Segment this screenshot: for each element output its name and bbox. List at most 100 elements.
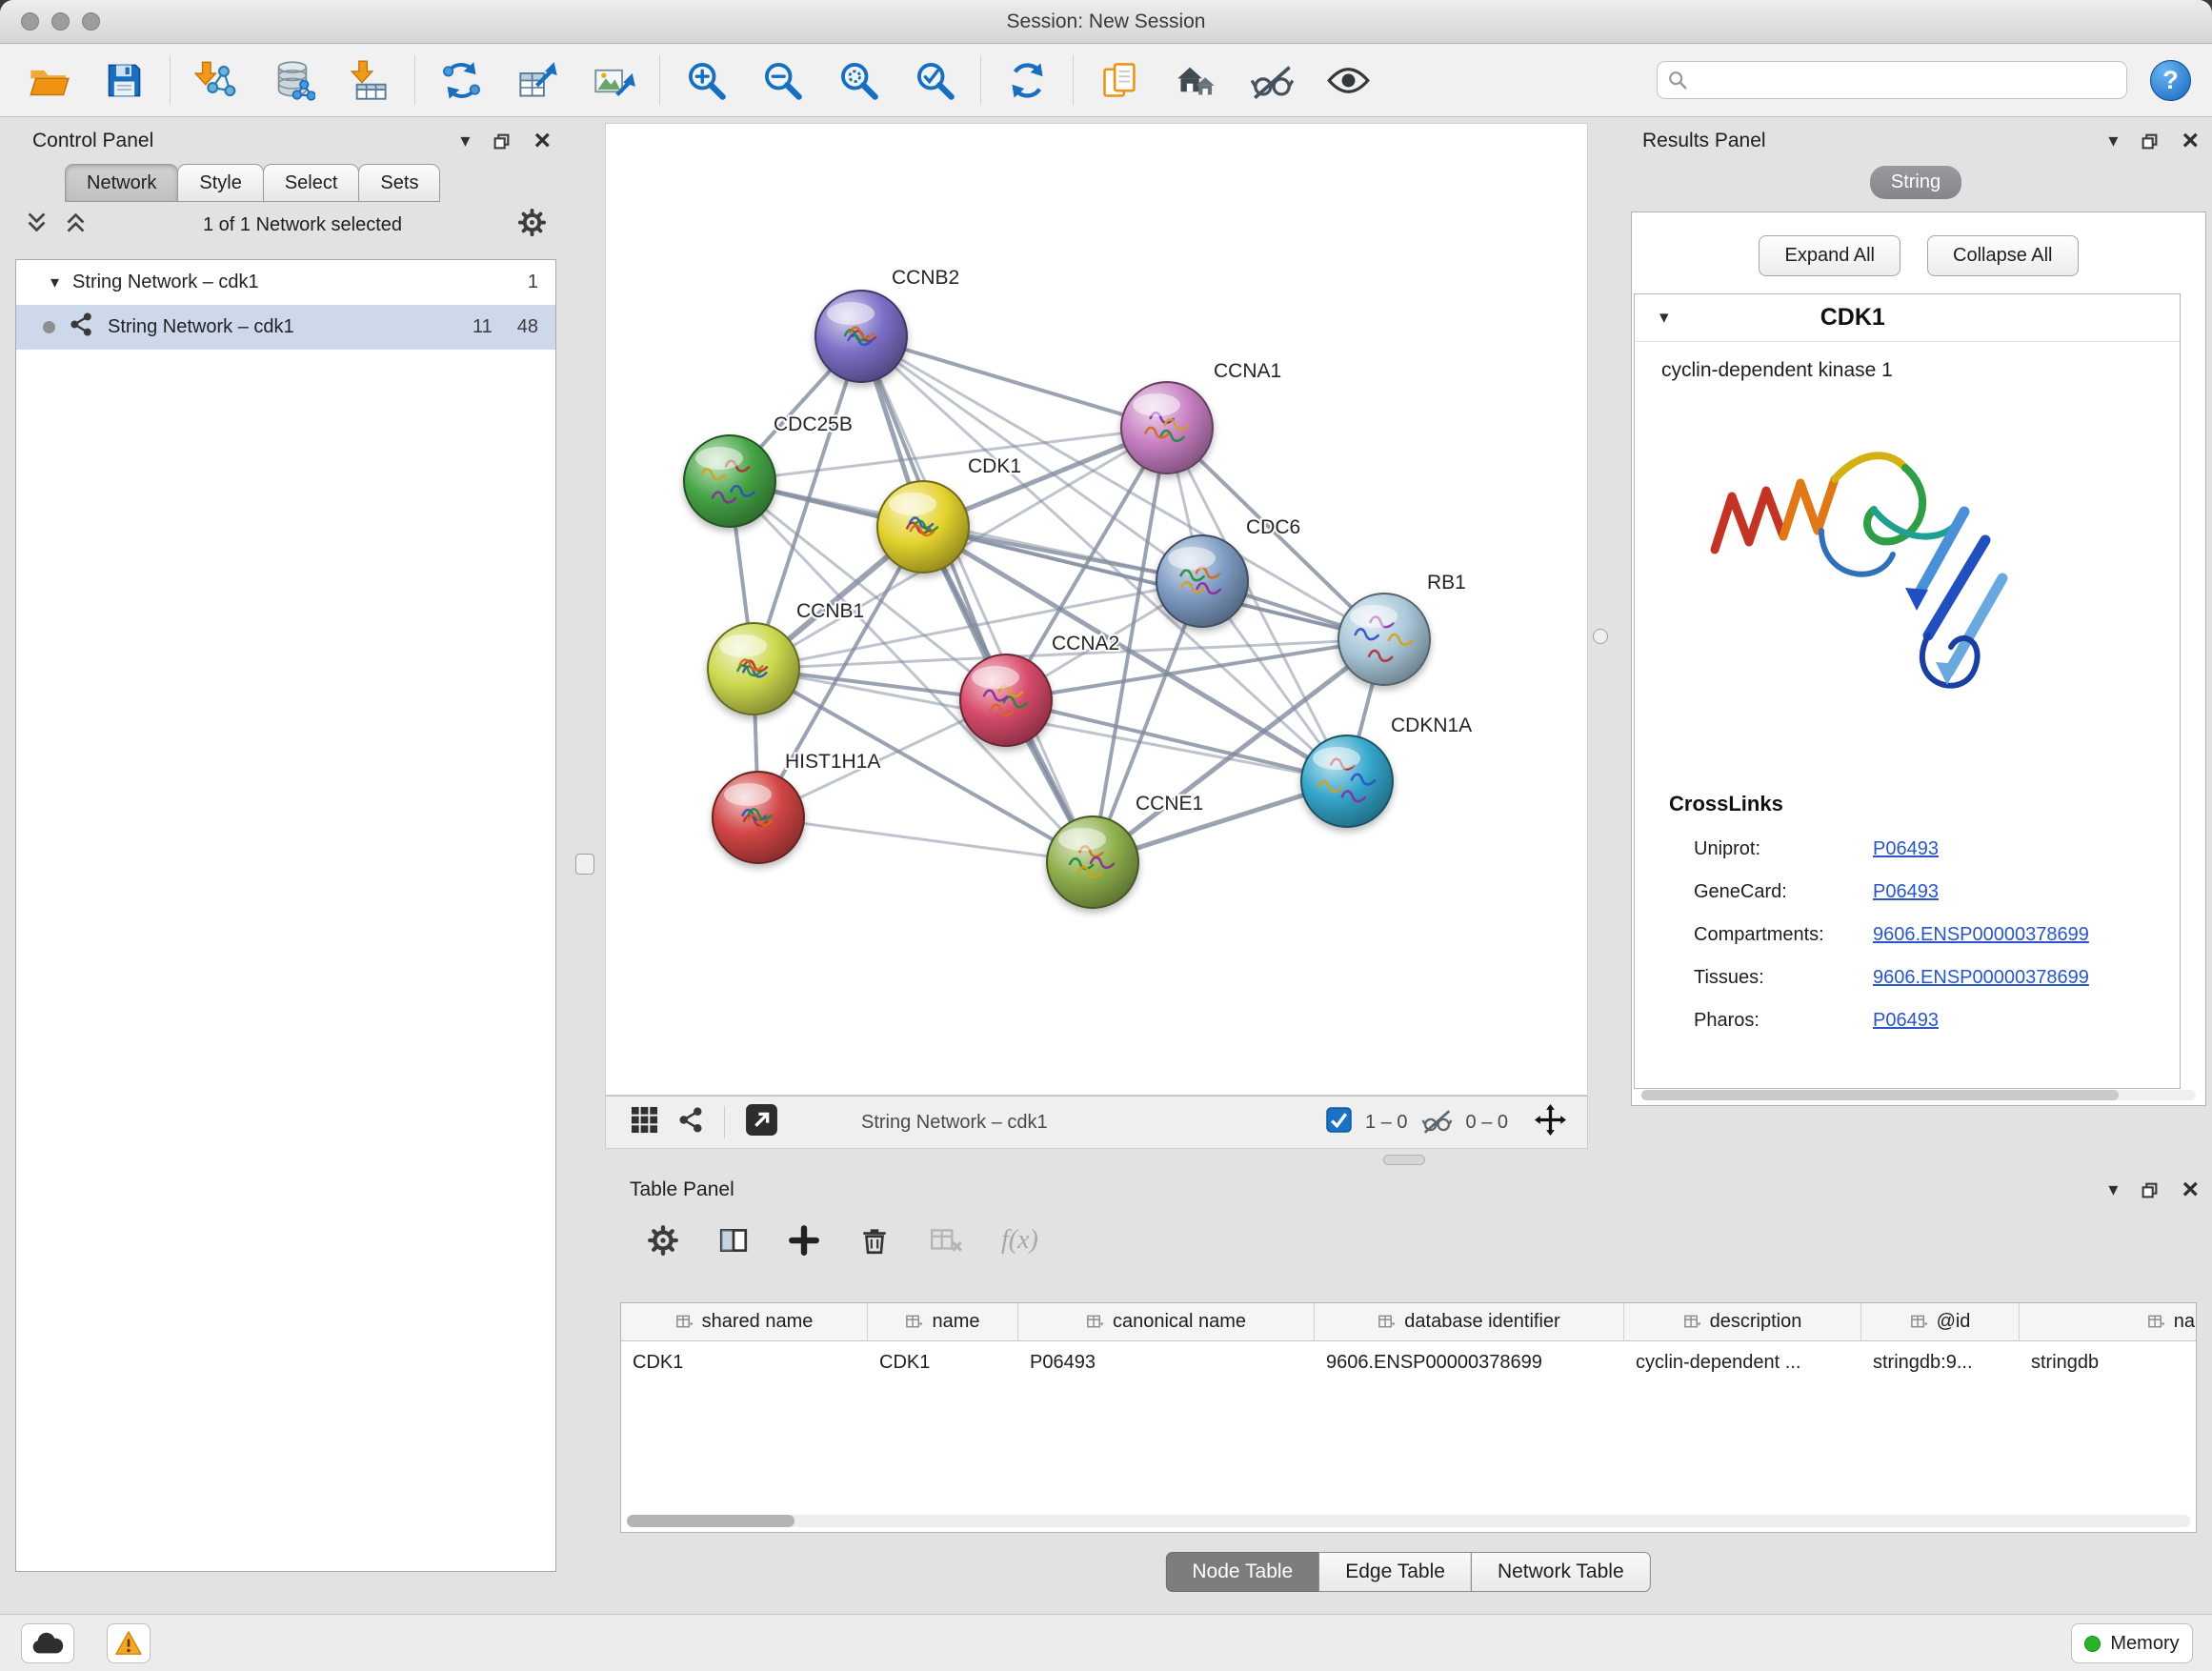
search-field[interactable] [1657,61,2127,99]
float-panel-icon[interactable] [493,132,511,151]
network-node-CCNB1[interactable]: CCNB1 [708,600,864,715]
network-node-CDC6[interactable]: CDC6 [1156,516,1300,627]
network-node-CDKN1A[interactable]: CDKN1A [1301,715,1472,827]
hide-graphics-details-button[interactable] [1246,52,1297,108]
help-button[interactable]: ? [2150,60,2191,101]
network-view-canvas[interactable]: CCNB2CCNA1CDC25BCDK1CDC6RB1CCNB1CCNA2CDK… [605,123,1588,1096]
cell-shared-name[interactable]: CDK1 [621,1341,868,1383]
refresh-layout-button[interactable] [1001,52,1053,108]
delete-column-button[interactable] [858,1224,891,1257]
table-row[interactable]: CDK1CDK1P064939606.ENSP00000378699cyclin… [621,1341,2196,1383]
cell-canonical-name[interactable]: P06493 [1018,1341,1315,1383]
cell-description[interactable]: cyclin-dependent ... [1624,1341,1861,1383]
network-options-gear-icon[interactable] [517,208,547,242]
import-network-button[interactable] [191,52,242,108]
homes-button[interactable] [1170,52,1221,108]
show-graphics-details-button[interactable] [1322,52,1374,108]
show-columns-button[interactable] [717,1224,750,1257]
left-splitter-handle[interactable] [575,854,594,875]
network-edge[interactable] [758,817,1093,862]
close-panel-icon[interactable]: × [533,127,551,155]
column-header-canonical-name[interactable]: canonical name [1018,1303,1315,1340]
collapse-all-button[interactable]: Collapse All [1927,235,2079,276]
birdseye-view-icon[interactable] [631,1106,658,1138]
panel-menu-icon[interactable]: ▾ [2108,131,2118,151]
cell-namespace[interactable]: stringdb [2020,1341,2197,1383]
import-table-button[interactable] [343,52,394,108]
crosslink-genecard[interactable]: P06493 [1873,881,1939,903]
network-node-RB1[interactable]: RB1 [1338,572,1466,685]
zoom-selected-button[interactable] [909,52,960,108]
tab-sets[interactable]: Sets [358,164,440,202]
network-node-CDK1[interactable]: CDK1 [877,455,1021,573]
table-horizontal-scrollbar[interactable] [627,1515,2190,1527]
table-options-gear-button[interactable] [647,1224,679,1257]
section-disclosure-icon[interactable]: ▾ [1659,307,1669,329]
open-in-window-icon[interactable] [744,1102,779,1142]
save-session-button[interactable] [98,52,150,108]
panel-menu-icon[interactable]: ▾ [460,131,470,151]
tab-select[interactable]: Select [263,164,360,202]
export-image-button[interactable] [588,52,639,108]
close-panel-icon[interactable]: × [2182,127,2199,155]
scrollbar-thumb[interactable] [627,1515,794,1527]
zoom-in-button[interactable] [680,52,732,108]
float-panel-icon[interactable] [2141,132,2159,151]
string-tab-badge[interactable]: String [1870,166,1961,199]
cell-id[interactable]: stringdb:9... [1861,1341,2020,1383]
zoom-out-button[interactable] [756,52,808,108]
open-session-button[interactable] [22,52,73,108]
column-header-database-identifier[interactable]: database identifier [1315,1303,1624,1340]
horizontal-splitter-handle[interactable] [1383,1155,1425,1165]
crosslink-pharos[interactable]: P06493 [1873,1010,1939,1032]
collapse-all-nodes-icon[interactable] [64,211,88,239]
search-input[interactable] [1696,70,2117,91]
results-horizontal-scrollbar[interactable] [1641,1090,2196,1100]
right-splitter-handle[interactable] [1593,629,1608,644]
network-node-CCNB2[interactable]: CCNB2 [815,267,959,382]
column-header-name[interactable]: name [868,1303,1018,1340]
column-header-id[interactable]: @id [1861,1303,2020,1340]
cloud-status-button[interactable] [21,1623,74,1663]
network-row-selected[interactable]: String Network – cdk1 11 48 [16,305,555,350]
selected-checkbox-icon[interactable] [1326,1107,1352,1137]
column-header-namespace[interactable]: namespace [2020,1303,2197,1340]
tab-node-table[interactable]: Node Table [1165,1552,1319,1592]
column-header-description[interactable]: description [1624,1303,1861,1340]
crosslink-uniprot[interactable]: P06493 [1873,838,1939,860]
network-node-CCNA1[interactable]: CCNA1 [1121,360,1281,473]
memory-button[interactable]: Memory [2071,1623,2193,1663]
network-edge[interactable] [861,336,1093,862]
delete-table-button-disabled[interactable] [929,1224,963,1257]
network-collection-row[interactable]: ▾ String Network – cdk1 1 [16,260,555,305]
float-panel-icon[interactable] [2141,1181,2159,1199]
zoom-fit-button[interactable] [833,52,884,108]
export-table-button[interactable] [512,52,563,108]
disclosure-triangle-icon[interactable]: ▾ [50,272,59,292]
column-header-shared-name[interactable]: shared name [621,1303,868,1340]
duplicate-pages-button[interactable] [1094,52,1145,108]
network-edge[interactable] [861,336,1167,428]
network-node-HIST1H1A[interactable]: HIST1H1A [713,751,880,863]
add-column-button[interactable] [788,1224,820,1257]
tab-style[interactable]: Style [177,164,263,202]
tab-network[interactable]: Network [65,164,178,202]
close-panel-icon[interactable]: × [2182,1176,2199,1204]
warnings-button[interactable] [107,1623,151,1663]
import-network-database-button[interactable] [267,52,318,108]
crosslink-tissues[interactable]: 9606.ENSP00000378699 [1873,967,2089,989]
function-builder-button-disabled[interactable]: f(x) [1001,1225,1038,1256]
tab-edge-table[interactable]: Edge Table [1318,1552,1472,1592]
cell-database-identifier[interactable]: 9606.ENSP00000378699 [1315,1341,1624,1383]
tab-network-table[interactable]: Network Table [1471,1552,1651,1592]
network-share-icon[interactable] [677,1106,705,1138]
expand-all-button[interactable]: Expand All [1759,235,1900,276]
network-graph[interactable]: CCNB2CCNA1CDC25BCDK1CDC6RB1CCNB1CCNA2CDK… [606,124,1587,1095]
export-network-button[interactable] [435,52,487,108]
cell-name[interactable]: CDK1 [868,1341,1018,1383]
hidden-glasses-icon[interactable] [1421,1106,1453,1139]
expand-all-nodes-icon[interactable] [25,211,49,239]
pan-crosshair-icon[interactable] [1535,1104,1566,1140]
crosslink-compartments[interactable]: 9606.ENSP00000378699 [1873,924,2089,946]
panel-menu-icon[interactable]: ▾ [2108,1180,2118,1199]
